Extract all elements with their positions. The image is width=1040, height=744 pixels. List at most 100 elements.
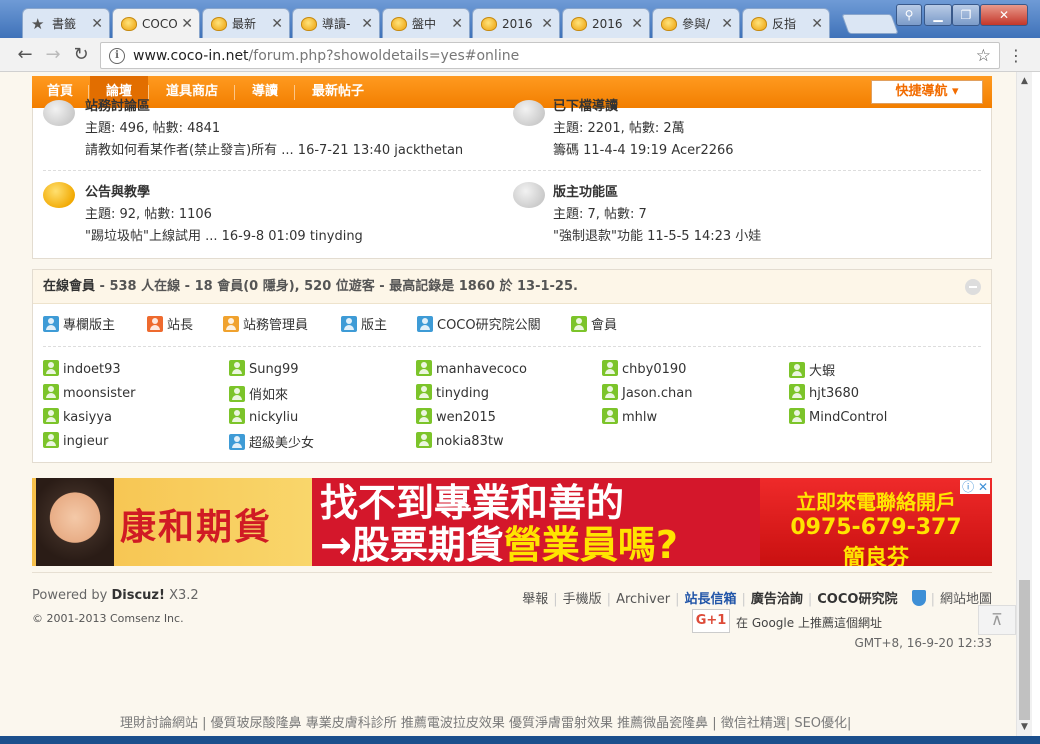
quick-nav-button[interactable]: 快捷導航 ▾: [871, 80, 983, 104]
maximize-button[interactable]: ❐: [952, 4, 980, 26]
scroll-up-icon[interactable]: ▲: [1021, 76, 1028, 86]
forum-stats: 主題: 496, 帖數: 4841: [85, 121, 221, 136]
minimize-button[interactable]: ▁: [924, 4, 952, 26]
bookmark-star-icon[interactable]: ☆: [976, 46, 991, 66]
close-icon[interactable]: ✕: [541, 16, 553, 32]
reload-button[interactable]: ↻: [70, 44, 92, 66]
google-plus-text: 在 Google 上推薦這個網址: [736, 616, 882, 630]
forum-last-post[interactable]: "強制退款"功能 11-5-5 14:23 小娃: [553, 226, 761, 248]
tab-label: 盤中: [412, 17, 437, 31]
close-icon[interactable]: ✕: [91, 16, 103, 32]
back-to-top-button[interactable]: ⊼: [978, 605, 1016, 635]
discuz-link[interactable]: Discuz!: [111, 588, 164, 603]
close-icon[interactable]: ✕: [721, 16, 733, 32]
forum-title[interactable]: 已下檔導讀: [553, 96, 734, 118]
member-item[interactable]: Sung99: [229, 360, 299, 377]
tab-latest[interactable]: 最新 ✕: [202, 8, 290, 38]
member-item[interactable]: manhavecoco: [416, 360, 527, 377]
member-name: 大蝦: [809, 364, 836, 379]
menu-icon[interactable]: ⋮: [1008, 46, 1024, 65]
member-item[interactable]: wen2015: [416, 408, 496, 425]
user-icon: ⚲: [904, 8, 914, 22]
ad-choices-icon[interactable]: ⓘ ✕: [960, 480, 990, 494]
tab-intraday[interactable]: 盤中 ✕: [382, 8, 470, 38]
tab-reverse[interactable]: 反指 ✕: [742, 8, 830, 38]
shield-icon[interactable]: [911, 590, 926, 606]
close-icon[interactable]: ✕: [271, 16, 283, 32]
user-icon: [341, 316, 357, 332]
forum-entry: 公告與教學 主題: 92, 帖數: 1106 "踢垃圾帖"上線試用 ... 16…: [85, 182, 363, 248]
webmaster-mail-link[interactable]: 站長信箱: [684, 592, 736, 607]
tab-label: 最新: [232, 17, 257, 31]
close-icon[interactable]: ✕: [181, 16, 193, 32]
legend-label: 版主: [361, 318, 388, 333]
forum-last-post[interactable]: 籌碼 11-4-4 19:19 Acer2266: [553, 140, 734, 162]
ad-headline: 找不到專業和善的 →股票期貨營業員嗎?: [320, 482, 678, 566]
tab-coco[interactable]: COCO ✕: [112, 8, 200, 39]
coco-institute-link[interactable]: COCO研究院: [817, 592, 897, 607]
mobile-link[interactable]: 手機版: [563, 592, 602, 607]
scroll-thumb[interactable]: [1019, 580, 1030, 720]
forum-entry: 版主功能區 主題: 7, 帖數: 7 "強制退款"功能 11-5-5 14:23…: [553, 182, 761, 248]
member-name: 俏如來: [249, 388, 289, 403]
tab-2016-b[interactable]: 2016 ✕: [562, 8, 650, 38]
member-item[interactable]: chby0190: [602, 360, 686, 377]
user-icon: [789, 362, 805, 378]
tab-participate[interactable]: 參與/ ✕: [652, 8, 740, 38]
forward-button[interactable]: →: [42, 44, 64, 66]
address-bar[interactable]: i www.coco-in.net/forum.php?showoldetail…: [100, 42, 1000, 69]
ad-contact-link[interactable]: 廣告洽詢: [751, 592, 803, 607]
tab-label: 2016: [592, 16, 623, 31]
member-item[interactable]: indoet93: [43, 360, 121, 377]
forum-title[interactable]: 公告與教學: [85, 182, 363, 204]
forum-list: 站務討論區 主題: 496, 帖數: 4841 請教如何看某作者(禁止發言)所有…: [32, 99, 992, 259]
google-plus-button[interactable]: G+1: [692, 609, 730, 633]
sponsor-links[interactable]: 理財討論網站 | 優質玻尿酸隆鼻 專業皮膚科診所 推薦電波拉皮效果 優質淨膚雷射…: [120, 712, 851, 731]
close-icon[interactable]: ✕: [811, 16, 823, 32]
divider: [43, 170, 981, 171]
member-item[interactable]: kasiyya: [43, 408, 112, 425]
user-icon: [416, 432, 432, 448]
back-button[interactable]: ←: [14, 44, 36, 66]
forum-last-post[interactable]: 請教如何看某作者(禁止發言)所有 ... 16-7-21 13:40 jackt…: [85, 140, 463, 162]
close-icon[interactable]: ✕: [361, 16, 373, 32]
member-item[interactable]: mhlw: [602, 408, 657, 425]
member-item[interactable]: 大蝦: [789, 360, 835, 379]
close-icon[interactable]: ✕: [451, 16, 463, 32]
member-item[interactable]: tinyding: [416, 384, 489, 401]
forum-title[interactable]: 站務討論區: [85, 96, 463, 118]
arrow-left-icon: ←: [17, 44, 33, 65]
member-item[interactable]: ingieur: [43, 432, 108, 449]
member-item[interactable]: MindControl: [789, 408, 887, 425]
page-scrollbar[interactable]: ▲ ▼: [1016, 72, 1032, 736]
member-item[interactable]: Jason.chan: [602, 384, 693, 401]
tab-bookmarks[interactable]: ★ 書籤 ✕: [22, 8, 110, 38]
member-item[interactable]: 超級美少女: [229, 432, 314, 451]
member-item[interactable]: nokia83tw: [416, 432, 504, 449]
tab-label: COCO: [142, 17, 178, 31]
close-icon[interactable]: ✕: [631, 16, 643, 32]
ad-banner[interactable]: 康和期貨 找不到專業和善的 →股票期貨營業員嗎? 立即來電聯絡開戶 0975-6…: [32, 478, 992, 566]
member-item[interactable]: hjt3680: [789, 384, 859, 401]
user-icon: [602, 360, 618, 376]
window-close-button[interactable]: ✕: [980, 4, 1028, 26]
archiver-link[interactable]: Archiver: [616, 592, 670, 607]
scroll-down-icon[interactable]: ▼: [1021, 722, 1028, 732]
member-item[interactable]: nickyliu: [229, 408, 298, 425]
member-item[interactable]: 俏如來: [229, 384, 288, 403]
forum-status-icon: [513, 182, 545, 208]
forum-last-post[interactable]: "踢垃圾帖"上線試用 ... 16-9-8 01:09 tinyding: [85, 226, 363, 248]
new-tab-button[interactable]: [841, 14, 899, 34]
info-icon[interactable]: i: [109, 47, 125, 64]
legend-item: 站務管理員: [223, 314, 308, 333]
tab-guide[interactable]: 導讀- ✕: [292, 8, 380, 38]
tab-2016-a[interactable]: 2016 ✕: [472, 8, 560, 38]
online-title[interactable]: 在線會員: [43, 279, 95, 294]
collapse-icon[interactable]: [965, 279, 981, 295]
forum-title[interactable]: 版主功能區: [553, 182, 761, 204]
forum-stats: 主題: 7, 帖數: 7: [553, 207, 647, 222]
member-item[interactable]: moonsister: [43, 384, 135, 401]
report-link[interactable]: 舉報: [522, 592, 548, 607]
tab-label: 書籤: [52, 17, 77, 31]
profile-button[interactable]: ⚲: [896, 4, 922, 26]
